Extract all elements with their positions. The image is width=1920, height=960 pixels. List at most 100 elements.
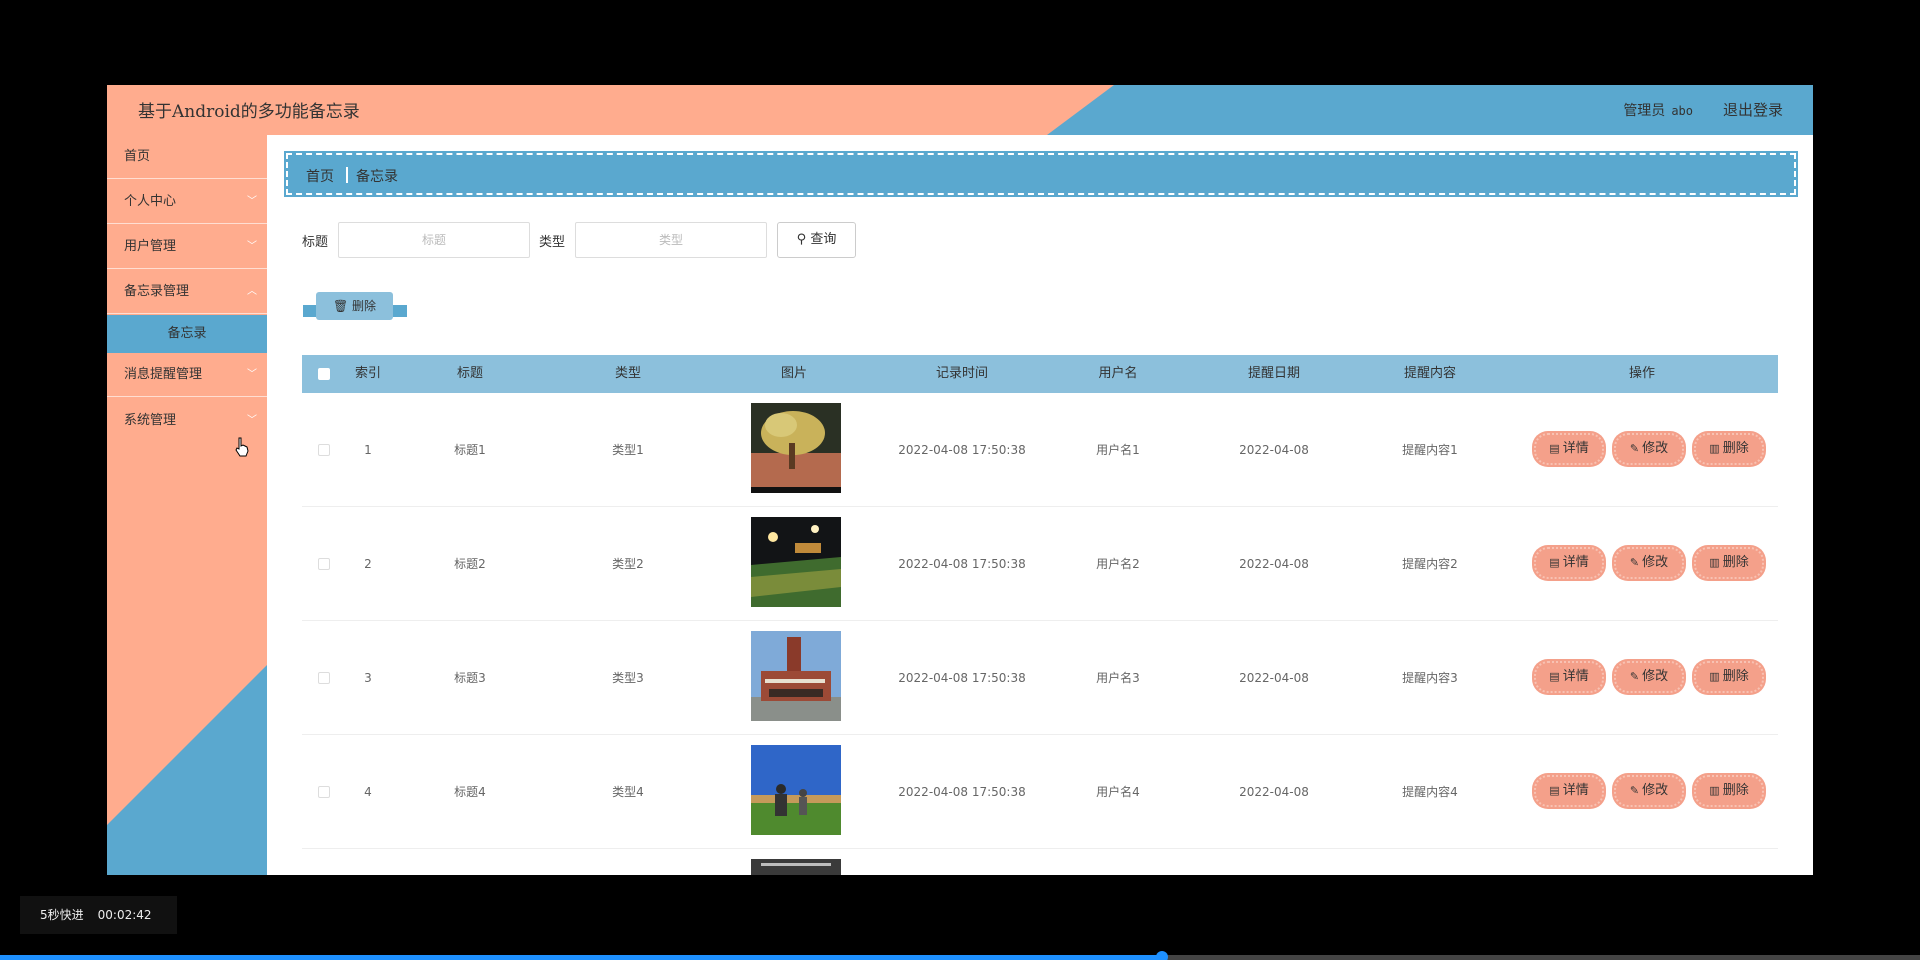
cell-reminder-content: 提醒内容2	[1402, 557, 1458, 571]
row-checkbox[interactable]	[318, 444, 330, 456]
video-frame: 基于Android的多功能备忘录 管理员 abo 退出登录 首页 个人中心 ﹀ 用…	[0, 0, 1920, 960]
delete-label: 删除	[1722, 555, 1749, 570]
sidebar-item-personal-center[interactable]: 个人中心 ﹀	[107, 180, 267, 224]
title-filter-label: 标题	[302, 235, 329, 250]
top-header: 基于Android的多功能备忘录 管理员 abo 退出登录	[107, 85, 1813, 135]
trash-icon: ▥	[1709, 784, 1720, 797]
row-checkbox[interactable]	[318, 786, 330, 798]
row-checkbox[interactable]	[318, 672, 330, 684]
trash-icon: 🗑	[332, 299, 349, 313]
header-orange-wedge	[107, 85, 1114, 135]
delete-button[interactable]: ▥ 删除	[1694, 433, 1764, 465]
video-progress-bar[interactable]	[0, 951, 1920, 960]
hand-cursor-icon	[235, 437, 249, 457]
edit-label: 修改	[1642, 669, 1669, 684]
video-progress-fill	[0, 955, 1162, 960]
row-checkbox[interactable]	[318, 558, 330, 570]
trash-icon: ▥	[1709, 556, 1720, 569]
edit-button[interactable]: ✎ 修改	[1614, 661, 1684, 693]
cell-username: 用户名1	[1096, 443, 1140, 457]
column-header-index: 索引	[354, 366, 382, 381]
batch-delete-button[interactable]: 🗑 删除	[303, 292, 407, 326]
document-icon: ▤	[1549, 670, 1560, 683]
chevron-down-icon: ﹀	[247, 241, 257, 252]
memo-thumbnail-building	[751, 631, 841, 721]
edit-label: 修改	[1642, 783, 1669, 798]
player-info-bar: 5秒快进 00:02:42	[20, 896, 177, 934]
title-filter-input[interactable]: 标题	[338, 222, 530, 258]
delete-button[interactable]: ▥ 删除	[1694, 775, 1764, 807]
column-header-record-time: 记录时间	[935, 366, 989, 381]
cell-title: 标题3	[454, 671, 486, 685]
delete-button[interactable]: ▥ 删除	[1694, 661, 1764, 693]
query-button[interactable]: ⚲ 查询	[777, 222, 856, 258]
column-header-image: 图片	[780, 366, 808, 381]
table-header: 索引 标题 类型 图片 记录时间 用户名 提醒日期 提醒内容 操作	[302, 355, 1778, 393]
video-progress-knob[interactable]	[1155, 951, 1168, 960]
cell-record-time: 2022-04-08 17:50:38	[898, 557, 1026, 571]
sidebar-decor-triangle	[107, 665, 267, 875]
edit-button[interactable]: ✎ 修改	[1614, 547, 1684, 579]
delete-button[interactable]: ▥ 删除	[1694, 547, 1764, 579]
cell-reminder-date: 2022-04-08	[1239, 785, 1309, 799]
skip-forward-label[interactable]: 5秒快进	[40, 908, 84, 922]
memo-thumbnail-field-players	[751, 745, 841, 835]
memo-thumbnail-tree	[751, 403, 841, 493]
table-row: 2 标题2 类型2 2022-04-08 17:50:38 用户名2 2022-…	[302, 507, 1778, 621]
cell-index: 3	[364, 671, 372, 685]
cell-record-time: 2022-04-08 17:50:38	[898, 785, 1026, 799]
column-header-title: 标题	[456, 366, 484, 381]
pencil-icon: ✎	[1629, 556, 1640, 569]
sidebar-subitem-memo[interactable]: 备忘录	[107, 315, 267, 353]
chevron-up-icon: ︿	[247, 286, 257, 297]
document-icon: ▤	[1549, 784, 1560, 797]
cell-username: 用户名3	[1096, 671, 1140, 685]
breadcrumb-separator	[346, 167, 348, 183]
logout-button[interactable]: 退出登录	[1723, 99, 1783, 120]
cell-reminder-content: 提醒内容4	[1402, 785, 1458, 799]
cell-reminder-date: 2022-04-08	[1239, 671, 1309, 685]
column-header-reminder-content: 提醒内容	[1403, 366, 1457, 381]
cell-index: 2	[364, 557, 372, 571]
current-user: 管理员 abo	[1623, 100, 1693, 120]
cell-title: 标题4	[454, 785, 486, 799]
sidebar: 首页 个人中心 ﹀ 用户管理 ﹀ 备忘录管理 ︿ 备忘录 消息提醒管理 ﹀ 系统…	[107, 135, 267, 875]
edit-label: 修改	[1642, 441, 1669, 456]
cell-title: 标题1	[454, 443, 486, 457]
cell-type: 类型4	[612, 785, 644, 799]
trash-icon: ▥	[1709, 670, 1720, 683]
detail-button[interactable]: ▤ 详情	[1534, 433, 1604, 465]
cell-reminder-content: 提醒内容1	[1402, 443, 1458, 457]
edit-button[interactable]: ✎ 修改	[1614, 433, 1684, 465]
edit-button[interactable]: ✎ 修改	[1614, 775, 1684, 807]
edit-label: 修改	[1642, 555, 1669, 570]
batch-delete-face: 🗑 删除	[316, 292, 393, 320]
cell-username: 用户名4	[1096, 785, 1140, 799]
chevron-down-icon: ﹀	[247, 196, 257, 207]
query-button-label: 查询	[810, 232, 837, 247]
sidebar-item-home[interactable]: 首页	[107, 135, 267, 179]
sidebar-item-user-management[interactable]: 用户管理 ﹀	[107, 225, 267, 269]
select-all-checkbox[interactable]	[318, 368, 330, 380]
detail-button[interactable]: ▤ 详情	[1534, 661, 1604, 693]
detail-button[interactable]: ▤ 详情	[1534, 547, 1604, 579]
detail-button[interactable]: ▤ 详情	[1534, 775, 1604, 807]
table-row: 1 标题1 类型1 2022-04-08 17:50:38 用户名1 2022-…	[302, 393, 1778, 507]
column-header-actions: 操作	[1628, 366, 1656, 381]
cell-reminder-date: 2022-04-08	[1239, 557, 1309, 571]
cell-type: 类型2	[612, 557, 644, 571]
sidebar-item-memo-management[interactable]: 备忘录管理 ︿	[107, 270, 267, 314]
breadcrumb-home[interactable]: 首页	[306, 166, 334, 186]
table-row: 4 标题4 类型4 2022-04-08 17:50:38 用户名4 2022-…	[302, 735, 1778, 849]
cell-reminder-date: 2022-04-08	[1239, 443, 1309, 457]
type-filter-input[interactable]: 类型	[575, 222, 767, 258]
app-window: 基于Android的多功能备忘录 管理员 abo 退出登录 首页 个人中心 ﹀ 用…	[107, 85, 1813, 875]
memo-thumbnail-night-field	[751, 517, 841, 607]
sidebar-item-reminder-management[interactable]: 消息提醒管理 ﹀	[107, 353, 267, 397]
table-row: 3 标题3 类型3 2022-04-08 17:50:38 用户名3 2022-…	[302, 621, 1778, 735]
document-icon: ▤	[1549, 556, 1560, 569]
username: abo	[1671, 104, 1693, 118]
cell-title: 标题2	[454, 557, 486, 571]
cell-reminder-content: 提醒内容3	[1402, 671, 1458, 685]
type-filter-label: 类型	[539, 235, 566, 250]
